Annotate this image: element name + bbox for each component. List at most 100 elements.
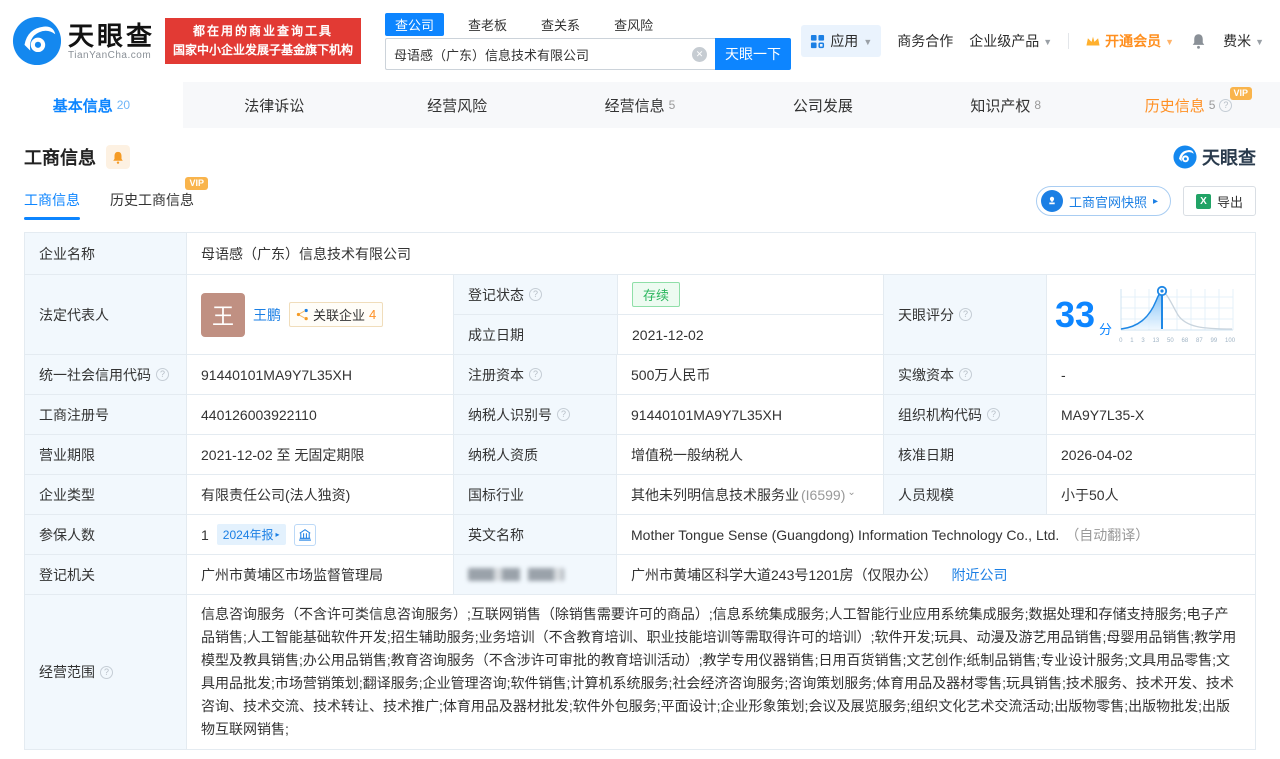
tab-intellectual-property[interactable]: 知识产权 8 [914, 82, 1097, 128]
tab-basic-info[interactable]: 基本信息 20 [0, 82, 183, 128]
tab-history-info[interactable]: VIP 历史信息 5 [1097, 82, 1280, 128]
search-area: 查公司 查老板 查关系 查风险 天眼一下 [385, 12, 792, 70]
logo-icon [1173, 145, 1197, 169]
nav-cooperation[interactable]: 商务合作 [897, 31, 953, 51]
search-tab-risk[interactable]: 查风险 [604, 13, 663, 36]
staff-size-label: 人员规模 [883, 475, 1046, 514]
section-title-row: 工商信息 天眼查 [24, 142, 1256, 172]
score-value-cell[interactable]: 33 分 0 1 3 13 50 68 87 99 100 [1046, 275, 1255, 354]
search-tab-relation[interactable]: 查关系 [531, 13, 590, 36]
help-icon[interactable] [529, 288, 542, 301]
help-icon[interactable] [959, 308, 972, 321]
reg-status-label-cell: 登记状态 [454, 275, 617, 314]
monitor-bell-button[interactable] [106, 145, 130, 169]
tab-operation-info[interactable]: 经营信息 5 [549, 82, 732, 128]
help-icon[interactable] [557, 408, 570, 421]
tax-id-value: 91440101MA9Y7L35XH [616, 395, 883, 434]
related-count: 4 [369, 307, 377, 322]
nearby-companies-link[interactable]: 附近公司 [952, 565, 1008, 585]
tab-legal[interactable]: 法律诉讼 [183, 82, 366, 128]
business-info-table: 企业名称 母语感（广东）信息技术有限公司 法定代表人 王 王鹏 关联企业 4 登… [24, 232, 1256, 750]
subtab-business-info[interactable]: 工商信息 [24, 190, 80, 220]
x-tick: 100 [1225, 338, 1236, 344]
tab-count: 8 [1034, 98, 1042, 112]
table-row: 经营范围 信息咨询服务（不含许可类信息咨询服务）;互联网销售（除销售需要许可的商… [25, 594, 1255, 749]
help-icon[interactable] [100, 665, 113, 679]
reg-capital-value: 500万人民币 [616, 355, 883, 394]
search-input-box [385, 38, 716, 70]
x-tick: 3 [1141, 338, 1145, 344]
search-tab-company[interactable]: 查公司 [385, 12, 445, 36]
table-row: 工商注册号 440126003922110 纳税人识别号 91440101MA9… [25, 394, 1255, 434]
tax-quality-value: 增值税一般纳税人 [616, 435, 883, 474]
industry-value: 其他未列明信息技术服务业 [631, 486, 799, 503]
tianyancha-logo[interactable]: 天眼查 TianYanCha.com [12, 16, 155, 66]
promo-banner: 都在用的商业查询工具 国家中小企业发展子基金旗下机构 [165, 18, 362, 64]
annual-report-tag[interactable]: 2024年报 [216, 524, 286, 545]
table-subrow: 成立日期 2021-12-02 [454, 314, 883, 354]
score-value: 33 [1055, 293, 1096, 335]
x-tick: 13 [1152, 338, 1160, 344]
help-icon[interactable] [529, 368, 542, 381]
notification-bell-icon[interactable] [1190, 32, 1207, 50]
scope-label: 经营范围 [39, 664, 95, 680]
table-row: 登记机关 广州市黄埔区市场监督管理局 广州市黄埔区科学大道243号1201房（仅… [25, 554, 1255, 594]
tab-label: 基本信息 [52, 97, 113, 115]
related-companies-tag[interactable]: 关联企业 4 [289, 302, 384, 327]
industry-code: (I6599) [801, 486, 846, 503]
legal-rep-avatar[interactable]: 王 [201, 292, 245, 337]
insured-label: 参保人数 [25, 515, 186, 554]
help-icon[interactable] [987, 408, 1000, 421]
search-input[interactable] [386, 46, 693, 62]
table-row: 企业名称 母语感（广东）信息技术有限公司 [25, 233, 1255, 274]
arrow-right-icon [1153, 196, 1158, 207]
social-security-button[interactable] [293, 523, 316, 546]
term-value: 2021-12-02 至 无固定期限 [186, 435, 453, 474]
caret-down-icon [863, 37, 872, 47]
apps-menu[interactable]: 应用 [801, 25, 882, 57]
clear-search-icon[interactable] [692, 46, 708, 62]
tab-label: 经营风险 [427, 97, 488, 115]
section-title: 工商信息 [24, 148, 96, 168]
nav-enterprise[interactable]: 企业级产品 [969, 31, 1052, 51]
subtab-history-business-info[interactable]: VIP 历史工商信息 [110, 177, 208, 220]
establish-date-value: 2021-12-02 [617, 315, 883, 354]
x-tick: 0 [1119, 338, 1123, 344]
tab-operation-risk[interactable]: 经营风险 [366, 82, 549, 128]
export-button[interactable]: 导出 [1182, 186, 1256, 216]
search-button[interactable]: 天眼一下 [715, 38, 792, 70]
legal-rep-name-link[interactable]: 王鹏 [253, 305, 281, 325]
search-tab-boss[interactable]: 查老板 [458, 13, 517, 36]
user-menu[interactable]: 费米 [1223, 31, 1264, 51]
tax-quality-label: 纳税人资质 [453, 435, 616, 474]
reg-status-value-cell: 存续 [617, 275, 883, 314]
official-snapshot-button[interactable]: 工商官网快照 [1035, 186, 1171, 216]
open-vip[interactable]: 开通会员 [1085, 31, 1174, 51]
org-code-label: 组织机构代码 [898, 406, 982, 423]
paid-capital-label-cell: 实缴资本 [883, 355, 1046, 394]
caret-down-icon [1043, 37, 1052, 47]
score-label-cell: 天眼评分 [883, 275, 1046, 354]
enterprise-label: 企业级产品 [969, 33, 1040, 49]
x-tick: 68 [1181, 338, 1189, 344]
status-badge[interactable]: 存续 [632, 282, 681, 307]
chevron-down-icon[interactable] [847, 489, 855, 500]
help-icon[interactable] [1219, 98, 1233, 112]
annual-report-label: 2024年报 [222, 528, 274, 542]
watermark-logo: 天眼查 [1173, 144, 1256, 170]
help-icon[interactable] [156, 368, 169, 381]
score-curve-chart [1120, 285, 1234, 331]
approve-date-label: 核准日期 [883, 435, 1046, 474]
insured-value-cell: 1 2024年报 [186, 515, 453, 554]
business-info-card: 工商信息 天眼查 工商信息 VIP 历史工商信息 工商官网快照 ▸ X 导出 企… [0, 128, 1280, 750]
tab-company-development[interactable]: 公司发展 [731, 82, 914, 128]
scope-value: 信息咨询服务（不含许可类信息咨询服务）;互联网销售（除销售需要许可的商品）;信息… [186, 595, 1255, 749]
reg-no-label: 工商注册号 [25, 395, 186, 434]
table-subrow: 登记状态 存续 [454, 275, 883, 314]
company-name-value: 母语感（广东）信息技术有限公司 [186, 233, 1255, 274]
grid-icon [811, 34, 825, 48]
table-row: 法定代表人 王 王鹏 关联企业 4 登记状态 ? 存续 成立日期 2021-12… [25, 274, 1255, 354]
table-row: 统一社会信用代码 91440101MA9Y7L35XH 注册资本 500万人民币… [25, 354, 1255, 394]
authority-value: 广州市黄埔区市场监督管理局 [186, 555, 453, 594]
help-icon[interactable] [959, 368, 972, 381]
